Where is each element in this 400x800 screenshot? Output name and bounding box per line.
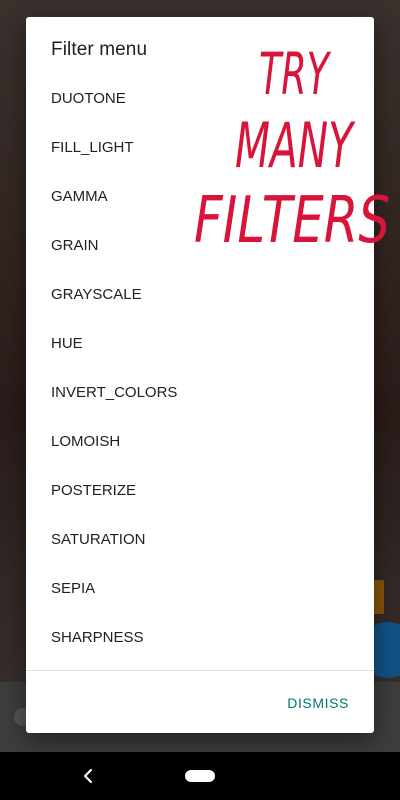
dialog-divider [26,670,374,671]
filter-item-sharpness[interactable]: SHARPNESS [26,613,374,662]
filter-item-posterize[interactable]: POSTERIZE [26,466,374,515]
filter-item-hue[interactable]: HUE [26,319,374,368]
navigation-bar [0,752,400,800]
home-pill-icon[interactable] [185,770,215,782]
dialog-title: Filter menu [51,39,148,60]
try-many-filters-overlay: TRY MANY FILTERS [194,40,390,256]
overlay-line-1: TRY [259,40,332,108]
back-chevron-icon[interactable] [78,766,98,786]
filter-item-grayscale[interactable]: GRAYSCALE [26,270,374,319]
overlay-line-2: MANY [235,109,356,182]
filter-item-lomoish[interactable]: LOMOISH [26,417,374,466]
overlay-line-3: FILTERS [194,184,390,256]
filter-item-invert-colors[interactable]: INVERT_COLORS [26,368,374,417]
dismiss-button[interactable]: DISMISS [287,695,349,711]
filter-item-saturation[interactable]: SATURATION [26,515,374,564]
filter-item-sepia[interactable]: SEPIA [26,564,374,613]
